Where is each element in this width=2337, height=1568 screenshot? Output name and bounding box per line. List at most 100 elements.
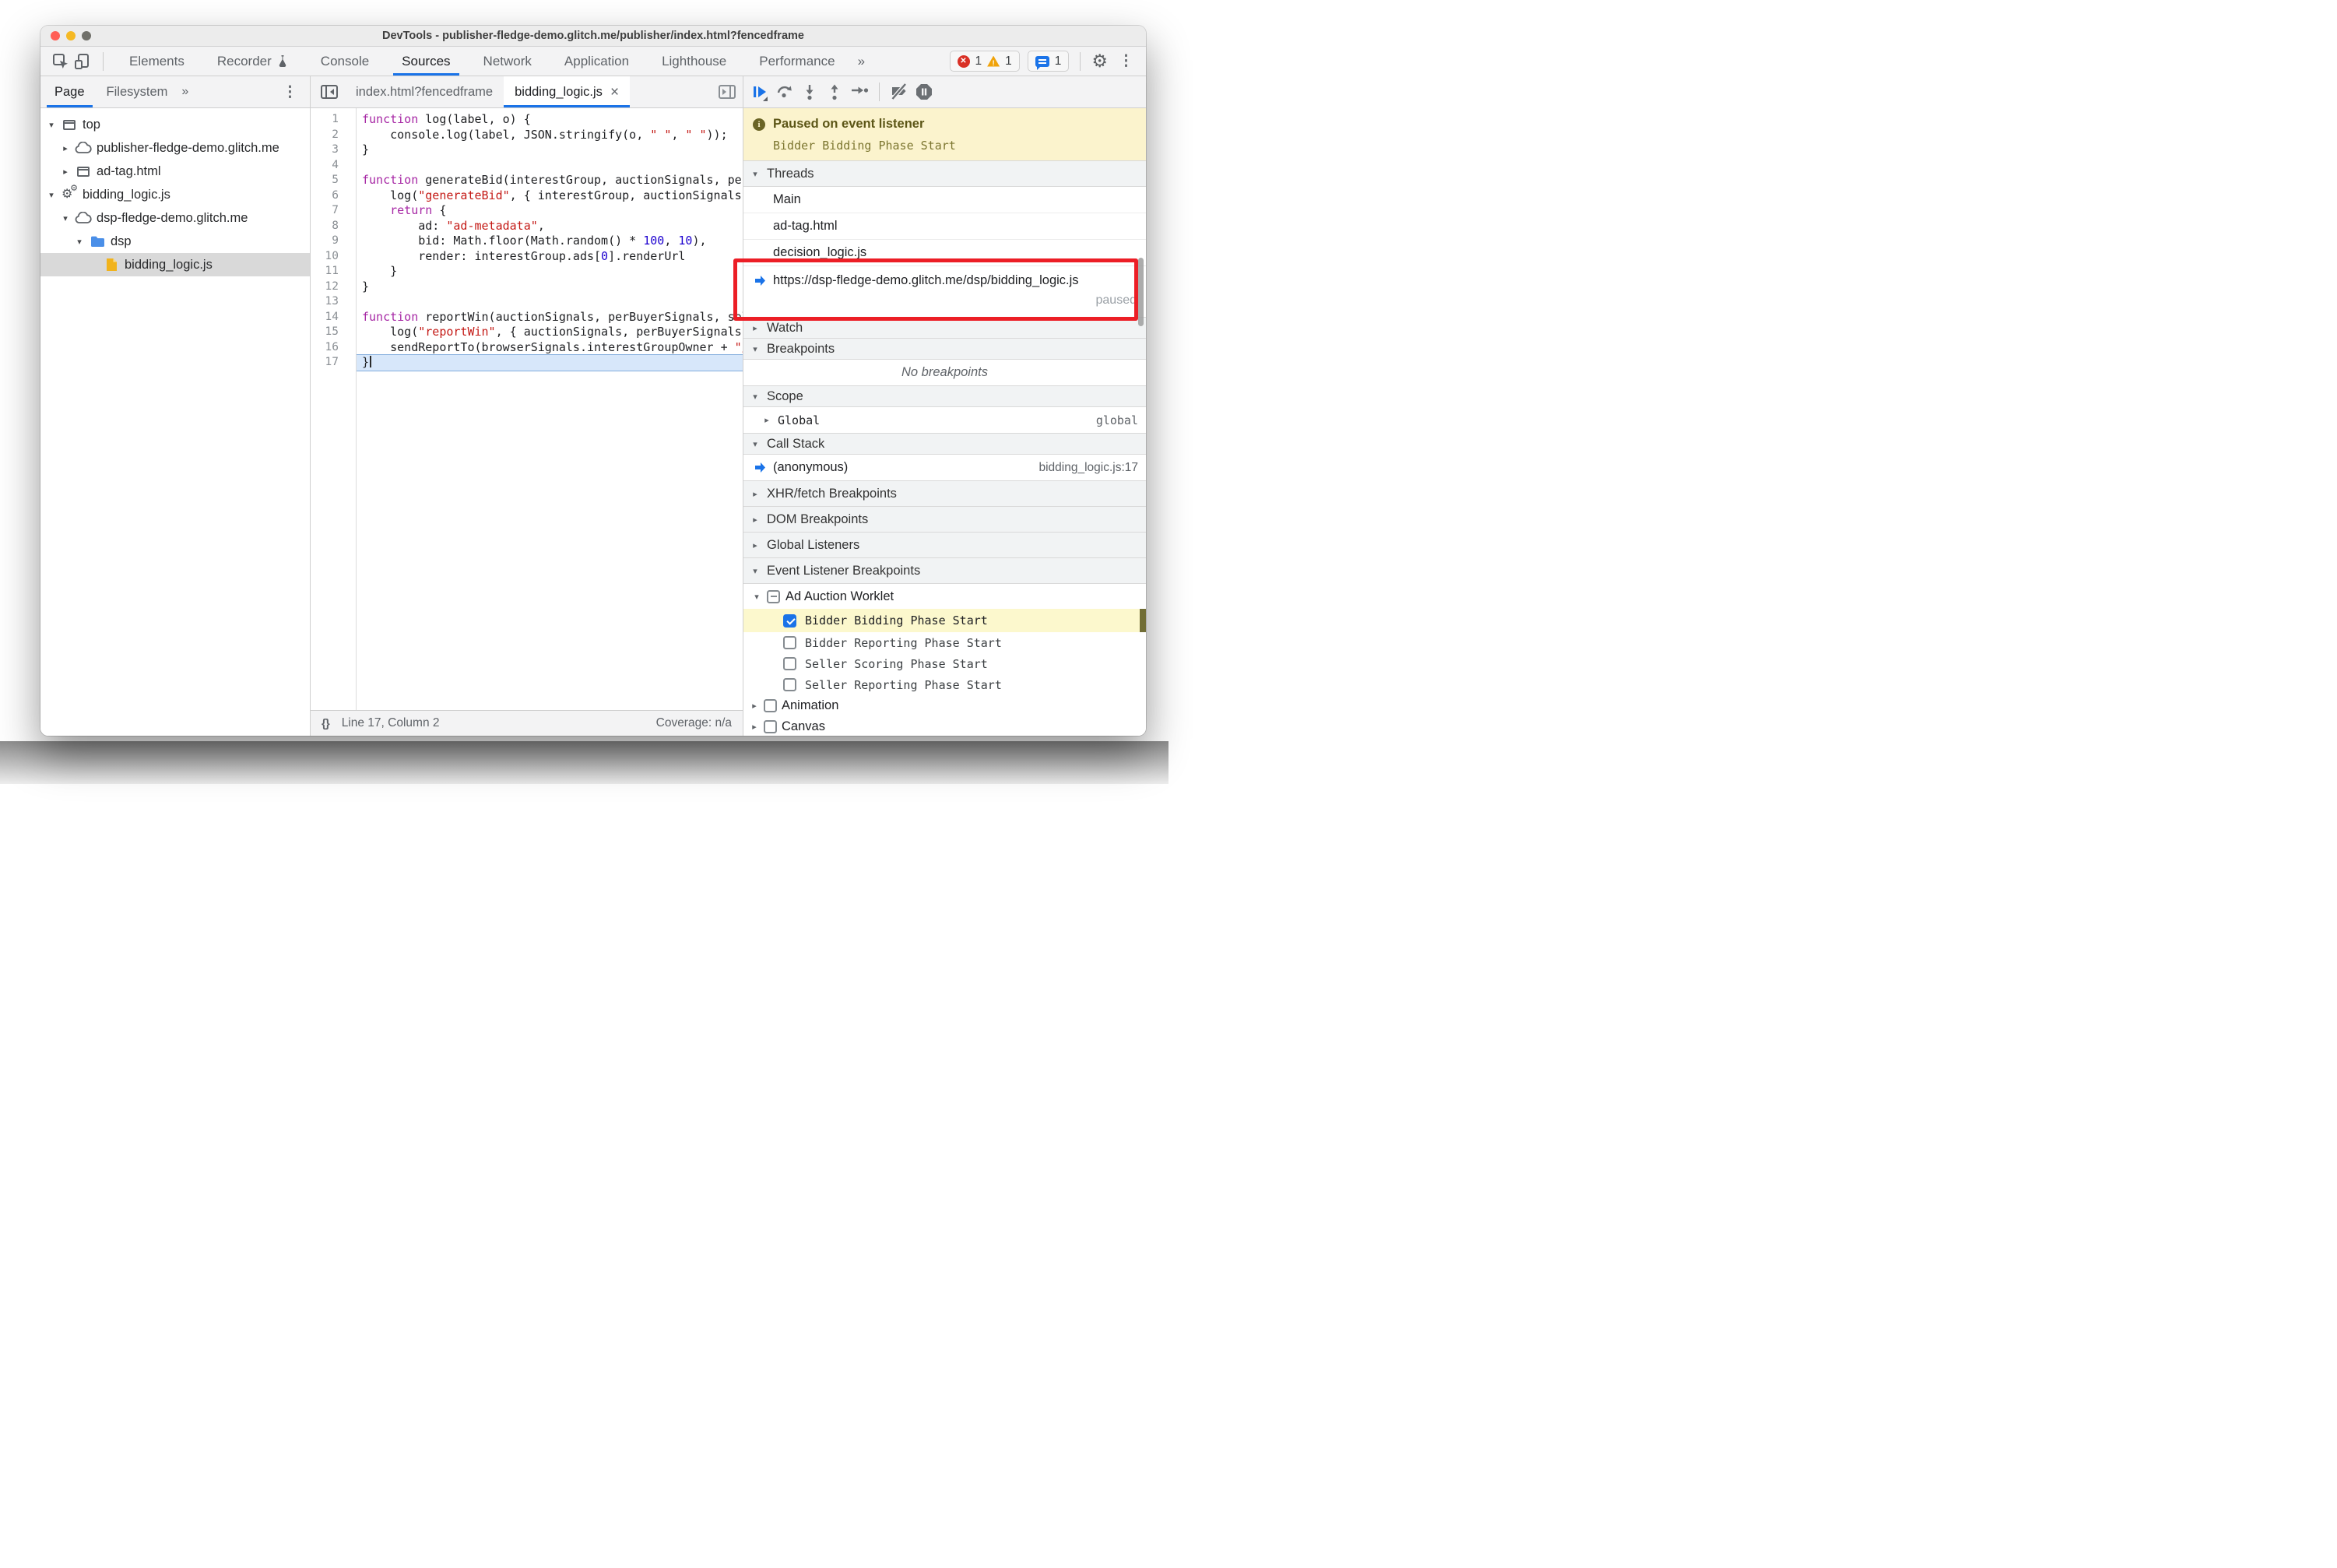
expander-icon[interactable]: ▾	[59, 213, 72, 223]
issues-badge[interactable]: 1	[1027, 51, 1070, 72]
tab-filesystem[interactable]: Filesystem	[99, 76, 176, 107]
show-next-pane-icon[interactable]	[718, 83, 736, 100]
thread-ad-tag[interactable]: ad-tag.html	[743, 213, 1146, 240]
code-editor[interactable]: 1 function log(label, o) { 2 console.log(…	[311, 108, 743, 710]
code-line[interactable]: 1 function log(label, o) {	[311, 112, 743, 128]
editor-tab-bidding-logic[interactable]: bidding_logic.js ×	[504, 76, 631, 107]
animation-checkbox[interactable]	[764, 699, 777, 712]
code-line[interactable]: 7 return {	[311, 203, 743, 219]
tab-elements[interactable]: Elements	[121, 47, 193, 76]
line-number[interactable]: 6	[311, 188, 356, 204]
expander-icon[interactable]: ▸	[59, 143, 72, 153]
errors-warnings-badge[interactable]: ✕ 1 ! 1	[949, 51, 1020, 72]
thread-paused[interactable]: https://dsp-fledge-demo.glitch.me/dsp/bi…	[743, 266, 1146, 318]
section-event-listener-breakpoints[interactable]: ▾ Event Listener Breakpoints	[743, 557, 1146, 584]
thread-decision-logic[interactable]: decision_logic.js	[743, 240, 1146, 266]
section-watch[interactable]: ▸ Watch	[743, 317, 1146, 339]
tree-item-top[interactable]: ▾ top	[40, 113, 310, 136]
code-line[interactable]: 8 ad: "ad-metadata",	[311, 219, 743, 234]
more-tabs-icon[interactable]: »	[858, 54, 865, 69]
expander-icon[interactable]: ▸	[59, 167, 72, 177]
seller-reporting-checkbox[interactable]	[783, 678, 796, 691]
code-line[interactable]: 5 function generateBid(interestGroup, auc…	[311, 173, 743, 188]
tree-item-ad-tag[interactable]: ▸ ad-tag.html	[40, 160, 310, 183]
code-line[interactable]: 14 function reportWin(auctionSignals, per…	[311, 310, 743, 325]
tab-network[interactable]: Network	[475, 47, 540, 76]
line-number[interactable]: 2	[311, 128, 356, 143]
main-menu-kebab-icon[interactable]: ⋮	[1116, 54, 1137, 69]
more-navigator-tabs-icon[interactable]: »	[181, 85, 188, 99]
line-number[interactable]: 7	[311, 203, 356, 219]
code-line[interactable]: 10 render: interestGroup.ads[0].renderUr…	[311, 249, 743, 265]
section-scope[interactable]: ▾ Scope	[743, 385, 1146, 407]
tab-sources[interactable]: Sources	[393, 47, 459, 76]
line-number[interactable]: 13	[311, 294, 356, 310]
event-seller-reporting-phase-start[interactable]: Seller Reporting Phase Start	[743, 674, 1146, 695]
minimize-window-button[interactable]	[66, 31, 76, 40]
line-number[interactable]: 4	[311, 158, 356, 174]
code-line[interactable]: 13	[311, 294, 743, 310]
section-xhr-breakpoints[interactable]: ▸ XHR/fetch Breakpoints	[743, 480, 1146, 507]
hide-navigator-icon[interactable]	[320, 83, 339, 100]
event-bidder-reporting-phase-start[interactable]: Bidder Reporting Phase Start	[743, 632, 1146, 653]
scope-global-row[interactable]: ▸ Global global	[743, 407, 1146, 434]
line-number[interactable]: 3	[311, 142, 356, 158]
tab-performance[interactable]: Performance	[750, 47, 843, 76]
editor-tab-index-html[interactable]: index.html?fencedframe	[345, 76, 504, 107]
category-ad-auction-worklet[interactable]: ▾ Ad Auction Worklet	[743, 584, 1146, 609]
bidder-bidding-checkbox[interactable]	[783, 613, 796, 628]
code-line[interactable]: 9 bid: Math.floor(Math.random() * 100, 1…	[311, 234, 743, 249]
line-number[interactable]: 15	[311, 325, 356, 340]
code-line-current[interactable]: 17}	[311, 355, 743, 371]
close-window-button[interactable]	[51, 31, 60, 40]
section-call-stack[interactable]: ▾ Call Stack	[743, 433, 1146, 455]
line-number[interactable]: 9	[311, 234, 356, 249]
scrollbar-thumb[interactable]	[1138, 258, 1144, 326]
line-number[interactable]: 12	[311, 279, 356, 295]
inspect-icon[interactable]	[50, 51, 72, 72]
ad-auction-worklet-checkbox[interactable]	[767, 589, 780, 603]
tree-item-worker-bidding-logic[interactable]: ▾ ⚙ ⚙ bidding_logic.js	[40, 183, 310, 206]
category-animation[interactable]: ▸ Animation	[743, 695, 1146, 716]
expander-icon[interactable]: ▾	[45, 120, 58, 130]
frame-location[interactable]: bidding_logic.js:17	[1038, 461, 1138, 475]
code-line[interactable]: 3}	[311, 142, 743, 158]
tab-page[interactable]: Page	[47, 76, 93, 107]
chevron-right-icon[interactable]: ▸	[762, 415, 771, 425]
line-number[interactable]: 1	[311, 112, 356, 128]
thread-main[interactable]: Main	[743, 187, 1146, 213]
deactivate-breakpoints-icon[interactable]	[887, 80, 911, 104]
code-line[interactable]: 4	[311, 158, 743, 174]
pause-on-exceptions-icon[interactable]	[912, 80, 936, 104]
code-line[interactable]: 11 }	[311, 264, 743, 279]
line-number[interactable]: 5	[311, 173, 356, 188]
step-over-icon[interactable]	[773, 80, 796, 104]
line-number[interactable]: 17	[311, 355, 356, 371]
code-line[interactable]: 16 sendReportTo(browserSignals.interestG…	[311, 340, 743, 356]
zoom-window-button[interactable]	[82, 31, 91, 40]
tree-item-dsp-folder[interactable]: ▾ dsp	[40, 230, 310, 253]
navigator-kebab-icon[interactable]: ⋮	[279, 85, 300, 100]
device-toolbar-icon[interactable]	[72, 51, 93, 72]
canvas-checkbox[interactable]	[764, 720, 777, 733]
step-into-icon[interactable]	[798, 80, 821, 104]
code-line[interactable]: 12}	[311, 279, 743, 295]
call-stack-frame[interactable]: (anonymous) bidding_logic.js:17	[743, 455, 1146, 481]
close-tab-icon[interactable]: ×	[610, 85, 619, 100]
section-dom-breakpoints[interactable]: ▸ DOM Breakpoints	[743, 506, 1146, 533]
tab-application[interactable]: Application	[556, 47, 638, 76]
code-line[interactable]: 15 log("reportWin", { auctionSignals, pe…	[311, 325, 743, 340]
line-number[interactable]: 16	[311, 340, 356, 356]
line-number[interactable]: 14	[311, 310, 356, 325]
tab-lighthouse[interactable]: Lighthouse	[653, 47, 735, 76]
expander-icon[interactable]: ▾	[73, 237, 86, 247]
section-threads[interactable]: ▾ Threads	[743, 160, 1146, 187]
resume-script-icon[interactable]	[748, 80, 771, 104]
tree-item-dsp-domain[interactable]: ▾ dsp-fledge-demo.glitch.me	[40, 206, 310, 230]
line-number[interactable]: 11	[311, 264, 356, 279]
bidder-reporting-checkbox[interactable]	[783, 636, 796, 649]
code-line[interactable]: 6 log("generateBid", { interestGroup, au…	[311, 188, 743, 204]
settings-gear-icon[interactable]: ⚙	[1091, 52, 1108, 70]
step-icon[interactable]	[848, 80, 871, 104]
line-number[interactable]: 10	[311, 249, 356, 265]
